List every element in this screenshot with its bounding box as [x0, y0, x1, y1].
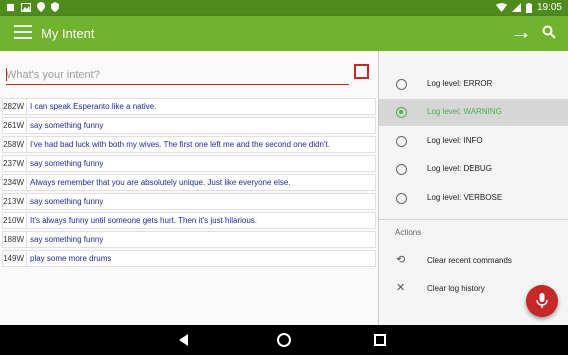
action-label: Clear log history [427, 284, 485, 293]
history-row[interactable]: 282W I can speak Esperanto like a native. [2, 98, 376, 115]
intent-input-container [6, 65, 349, 85]
history-count: 282W [3, 99, 27, 114]
history-row[interactable]: 258W I've had bad luck with both my wives… [2, 136, 376, 153]
history-text: say something funny [30, 159, 104, 168]
clear-recent-commands-button[interactable]: ⟲ Clear recent commands [379, 248, 568, 274]
history-text: I've had bad luck with both my wives. Th… [30, 140, 330, 149]
history-list: 282W I can speak Esperanto like a native.… [2, 98, 376, 269]
history-text: It's always funny until someone gets hur… [30, 216, 258, 225]
microphone-icon [536, 293, 548, 308]
history-count: 210W [3, 213, 27, 228]
history-row[interactable]: 261W say something funny [2, 117, 376, 134]
log-level-option[interactable]: Log level: INFO [379, 128, 568, 155]
log-level-option[interactable]: Log level: ERROR [379, 71, 568, 98]
image-icon [21, 2, 31, 12]
history-count: 258W [3, 137, 27, 152]
history-count: 237W [3, 156, 27, 171]
action-label: Clear recent commands [427, 256, 512, 265]
actions-heading: Actions [395, 228, 422, 237]
divider [379, 219, 568, 220]
notification-icon [6, 3, 15, 11]
app-title: My Intent [41, 26, 95, 41]
history-row[interactable]: 237W say something funny [2, 155, 376, 172]
history-row[interactable]: 210W It's always funny until someone gets… [2, 212, 376, 229]
radio-checked-icon [396, 107, 407, 118]
history-text: Always remember that you are absolutely … [30, 178, 291, 187]
navigation-bar [0, 325, 568, 355]
log-level-label: Log level: DEBUG [427, 164, 492, 173]
history-count: 261W [3, 118, 27, 133]
history-text: I can speak Esperanto like a native. [30, 102, 157, 111]
home-icon[interactable] [276, 332, 292, 348]
log-level-option[interactable]: Log level: WARNING [379, 99, 568, 126]
history-row[interactable]: 234W Always remember that you are absolut… [2, 174, 376, 191]
status-time: 19:05 [536, 2, 562, 13]
history-row[interactable]: 188W say something funny [2, 231, 376, 248]
history-text: play some more drums [30, 254, 112, 263]
menu-icon[interactable] [14, 25, 32, 39]
log-level-label: Log level: INFO [427, 136, 483, 145]
history-count: 213W [3, 194, 27, 209]
log-level-option[interactable]: Log level: VERBOSE [379, 185, 568, 212]
radio-unchecked-icon [396, 136, 407, 147]
main-content: 282WI can speak Esperanto like a native.… [0, 51, 378, 325]
status-right-icons: 19:05 [495, 2, 562, 13]
log-level-option[interactable]: Log level: DEBUG [379, 156, 568, 183]
log-level-label: Log level: ERROR [427, 79, 493, 88]
microphone-button[interactable] [526, 285, 558, 317]
radio-unchecked-icon [396, 164, 407, 175]
recents-icon[interactable] [372, 332, 388, 348]
shield-icon [51, 2, 59, 12]
history-text: say something funny [30, 121, 104, 130]
close-icon: ✕ [396, 282, 406, 294]
history-count: 188W [3, 232, 27, 247]
radio-unchecked-icon [396, 193, 407, 204]
signal-icon [511, 3, 521, 12]
history-row[interactable]: 213W say something funny [2, 193, 376, 210]
history-count: 149W [3, 251, 27, 266]
log-level-label: Log level: WARNING [427, 107, 502, 116]
history-row[interactable]: 149W play some more drums [2, 250, 376, 267]
back-icon[interactable] [176, 332, 192, 348]
status-bar: 19:05 [0, 0, 568, 16]
log-level-label: Log level: VERBOSE [427, 193, 503, 202]
history-search-icon: ⟲ [396, 254, 406, 266]
radio-unchecked-icon [396, 79, 407, 90]
history-text: say something funny [30, 197, 104, 206]
status-left-icons [6, 2, 59, 12]
wifi-icon [495, 3, 507, 12]
stop-button[interactable] [354, 64, 369, 79]
location-icon [37, 2, 45, 12]
text-cursor [6, 68, 7, 81]
battery-icon [525, 2, 532, 13]
history-text: say something funny [30, 235, 104, 244]
app-bar: My Intent → [0, 16, 568, 51]
settings-drawer: Actions Log level: ERROR Log level: WARNI… [378, 51, 568, 325]
search-icon[interactable] [542, 25, 556, 39]
arrow-forward-icon[interactable]: → [510, 21, 532, 43]
intent-input[interactable] [6, 66, 349, 84]
history-count: 234W [3, 175, 27, 190]
